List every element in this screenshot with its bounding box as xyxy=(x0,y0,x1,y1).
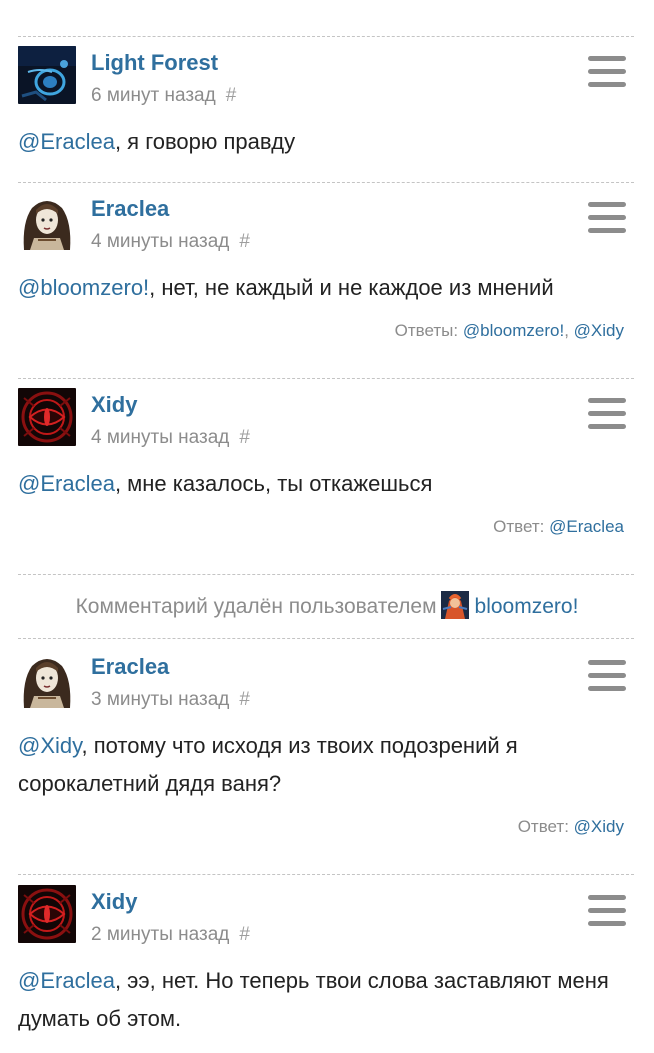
mention-link[interactable]: @Eraclea xyxy=(18,471,115,496)
hamburger-menu-icon[interactable] xyxy=(588,202,626,234)
comment-text: @Eraclea, мне казалось, ты откажешься xyxy=(18,465,618,503)
comment-author[interactable]: Xidy xyxy=(91,889,137,915)
comment-author[interactable]: Eraclea xyxy=(91,196,169,222)
hamburger-menu-icon[interactable] xyxy=(588,660,626,692)
deleted-by-user-link[interactable]: bloomzero! xyxy=(475,595,579,618)
hamburger-menu-icon[interactable] xyxy=(588,56,626,88)
comment-author[interactable]: Xidy xyxy=(91,392,137,418)
timestamp-text: 2 минуты назад xyxy=(91,924,230,945)
comment-text: @Xidy, потому что исходя из твоих подозр… xyxy=(18,727,618,803)
permalink-hash[interactable]: # xyxy=(239,689,250,710)
permalink-hash[interactable]: # xyxy=(239,231,250,252)
xidy-avatar[interactable] xyxy=(18,885,76,943)
replies-list: Ответы: @bloomzero!, @Xidy xyxy=(394,321,624,340)
separator xyxy=(18,874,634,875)
comment-text: @Eraclea, ээ, нет. Но теперь твои слова … xyxy=(18,962,618,1038)
comment-body: , потому что исходя из твоих подозрений … xyxy=(18,733,518,796)
replies-label: Ответы: xyxy=(394,321,459,340)
reply-link[interactable]: @bloomzero! xyxy=(463,321,564,340)
mention-link[interactable]: @Xidy xyxy=(18,733,82,758)
replies-label: Ответ: xyxy=(493,517,545,536)
reply-link[interactable]: @Xidy xyxy=(574,817,624,836)
mention-link[interactable]: @Eraclea xyxy=(18,968,115,993)
deleted-comment-notice: Комментарий удалён пользователем bloomze… xyxy=(0,590,654,624)
separator xyxy=(18,638,634,639)
separator xyxy=(18,574,634,575)
comment-timestamp: 6 минут назад # xyxy=(91,84,236,108)
xidy-avatar[interactable] xyxy=(18,388,76,446)
eraclea-avatar[interactable] xyxy=(18,650,76,708)
comment-text: @Eraclea, я говорю правду xyxy=(18,123,618,161)
comment-body: , мне казалось, ты откажешься xyxy=(114,471,433,496)
bloomzero-avatar[interactable] xyxy=(440,591,469,619)
separator xyxy=(18,182,634,183)
timestamp-text: 6 минут назад xyxy=(91,85,216,106)
permalink-hash[interactable]: # xyxy=(239,924,250,945)
separator xyxy=(18,378,634,379)
deleted-notice-text: Комментарий удалён пользователем xyxy=(75,595,437,618)
reply-link[interactable]: @Eraclea xyxy=(549,517,624,536)
comment-body: , я говорю правду xyxy=(114,129,296,154)
comment-author[interactable]: Eraclea xyxy=(91,654,169,680)
hamburger-menu-icon[interactable] xyxy=(588,895,626,927)
timestamp-text: 4 минуты назад xyxy=(91,427,230,448)
separator xyxy=(18,36,634,37)
replies-list: Ответ: @Eraclea xyxy=(493,516,624,538)
comment-timestamp: 4 минуты назад # xyxy=(91,230,250,254)
light-forest-avatar[interactable] xyxy=(18,46,76,104)
comment-timestamp: 3 минуты назад # xyxy=(91,688,250,712)
comment-author[interactable]: Light Forest xyxy=(91,50,218,76)
reply-link[interactable]: @Xidy xyxy=(574,321,624,340)
comment-timestamp: 4 минуты назад # xyxy=(91,426,250,450)
permalink-hash[interactable]: # xyxy=(226,85,237,106)
hamburger-menu-icon[interactable] xyxy=(588,398,626,430)
mention-link[interactable]: @bloomzero! xyxy=(18,275,149,300)
comment-text: @bloomzero!, нет, не каждый и не каждое … xyxy=(18,269,618,307)
mention-link[interactable]: @Eraclea xyxy=(18,129,115,154)
timestamp-text: 3 минуты назад xyxy=(91,689,230,710)
replies-label: Ответ: xyxy=(517,817,569,836)
comment-timestamp: 2 минуты назад # xyxy=(91,923,250,947)
eraclea-avatar[interactable] xyxy=(18,192,76,250)
replies-list: Ответ: @Xidy xyxy=(518,816,624,838)
timestamp-text: 4 минуты назад xyxy=(91,231,230,252)
permalink-hash[interactable]: # xyxy=(239,427,250,448)
comment-body: , нет, не каждый и не каждое из мнений xyxy=(149,275,554,300)
